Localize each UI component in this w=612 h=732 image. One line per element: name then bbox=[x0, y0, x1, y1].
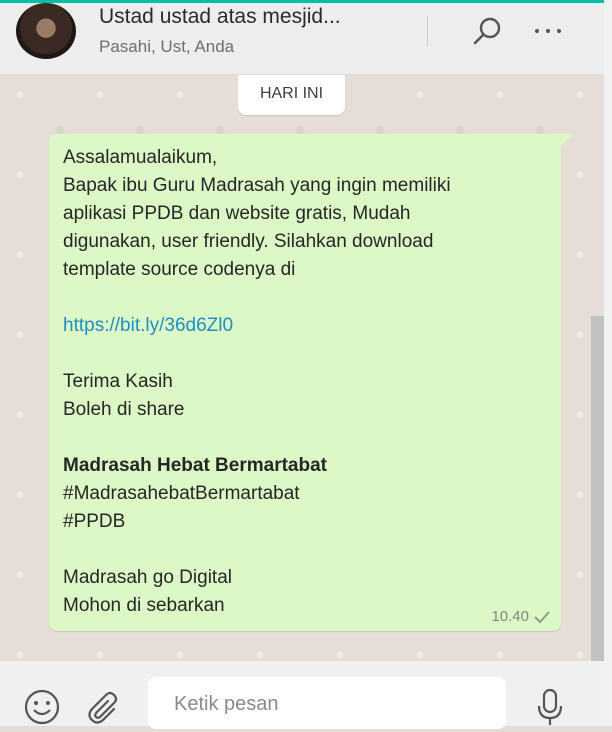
message-line: Assalamualaikum, bbox=[63, 147, 218, 168]
chat-title[interactable]: Ustad ustad atas mesjid... bbox=[99, 5, 341, 29]
bubble-tail bbox=[561, 134, 573, 146]
more-options-button[interactable] bbox=[528, 13, 568, 53]
composer-bar: Ketik pesan bbox=[0, 661, 604, 729]
message-line: Madrasah go Digital bbox=[63, 567, 232, 588]
message-input[interactable]: Ketik pesan bbox=[148, 677, 506, 729]
attach-button[interactable] bbox=[84, 687, 124, 727]
message-line: Bapak ibu Guru Madrasah yang ingin memil… bbox=[63, 175, 451, 196]
date-chip: HARI INI bbox=[238, 75, 345, 115]
more-options-icon bbox=[535, 29, 561, 33]
header-divider bbox=[427, 16, 428, 46]
outgoing-message-bubble[interactable]: Assalamualaikum, Bapak ibu Guru Madrasah… bbox=[49, 134, 561, 631]
message-hashtag: #MadrasahebatBermartabat bbox=[63, 483, 300, 504]
avatar[interactable] bbox=[16, 3, 76, 59]
message-line: aplikasi PPDB dan website gratis, Mudah bbox=[63, 203, 411, 224]
mic-button[interactable] bbox=[534, 687, 566, 727]
chat-header: Ustad ustad atas mesjid... Pasahi, Ust, … bbox=[0, 3, 604, 75]
message-line: Mohon di sebarkan bbox=[63, 595, 225, 616]
attach-icon bbox=[88, 691, 118, 724]
message-bold-line: Madrasah Hebat Bermartabat bbox=[63, 455, 327, 476]
message-meta: 10.40 bbox=[491, 608, 551, 625]
single-check-icon bbox=[534, 610, 550, 623]
message-line: Boleh di share bbox=[63, 399, 185, 420]
message-time: 10.40 bbox=[491, 608, 529, 625]
scrollbar-track[interactable] bbox=[604, 0, 612, 726]
message-pane[interactable]: HARI INI Assalamualaikum, Bapak ibu Guru… bbox=[0, 75, 604, 661]
search-button[interactable] bbox=[468, 13, 508, 53]
emoji-button[interactable] bbox=[22, 687, 62, 727]
mic-icon bbox=[537, 688, 563, 725]
emoji-icon bbox=[24, 689, 60, 725]
message-hashtag: #PPDB bbox=[63, 511, 126, 532]
scrollbar-thumb[interactable] bbox=[591, 316, 604, 661]
message-text: Assalamualaikum, Bapak ibu Guru Madrasah… bbox=[63, 144, 553, 620]
message-line: Terima Kasih bbox=[63, 371, 173, 392]
message-line: digunakan, user friendly. Silahkan downl… bbox=[63, 231, 434, 252]
message-link[interactable]: https://bit.ly/36d6Zl0 bbox=[63, 312, 553, 340]
search-icon bbox=[473, 17, 501, 45]
chat-participants[interactable]: Pasahi, Ust, Anda bbox=[99, 37, 234, 57]
message-line: template source codenya di bbox=[63, 259, 296, 280]
